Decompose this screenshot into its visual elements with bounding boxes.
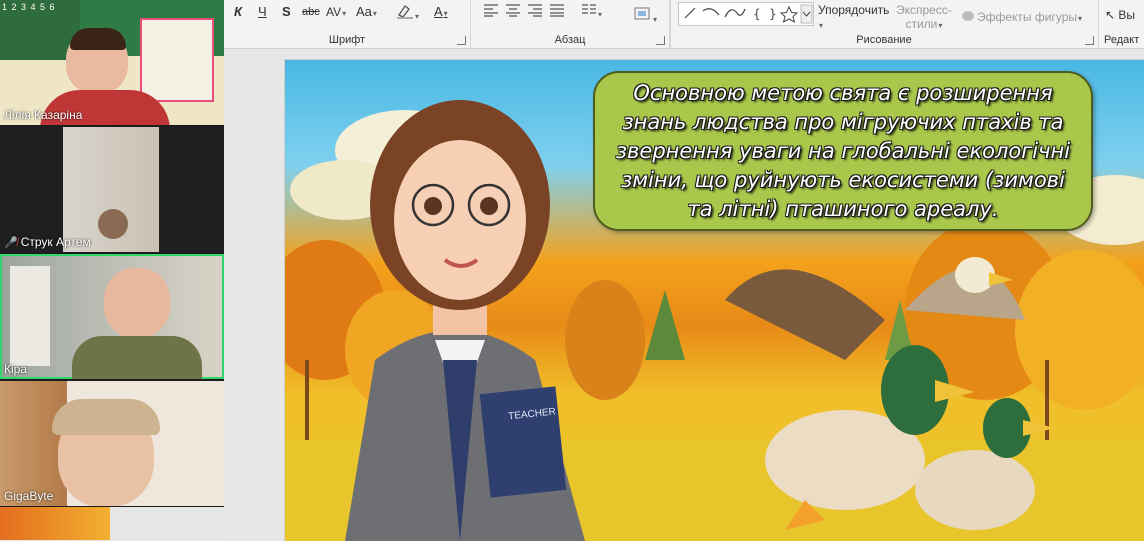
shape-effects-label: Эффекты фигуры (977, 10, 1078, 24)
align-center-button[interactable] (505, 3, 521, 21)
drawing-dialog-launcher[interactable] (1085, 36, 1094, 45)
participant-tile-3[interactable]: Кіра (0, 254, 224, 379)
highlight-color-button[interactable]: ▾ (396, 3, 419, 21)
participant-name-row: 🎤̸ Струк Артем (4, 235, 91, 249)
quick-styles-button[interactable]: Экспресс-стили▾ (896, 3, 952, 31)
shape-effects-icon (962, 11, 974, 21)
participant-tile-2[interactable]: 🎤̸ Струк Артем (0, 127, 224, 252)
cursor-icon: ↖ (1105, 8, 1116, 22)
select-button[interactable]: ↖ Вы (1105, 6, 1135, 24)
font-group-label: Шрифт (328, 34, 366, 46)
participant-name: Струк Артем (20, 235, 91, 249)
arrange-label: Упорядочить (818, 3, 890, 17)
justify-icon (550, 4, 564, 17)
paragraph-dialog-launcher[interactable] (656, 36, 665, 45)
columns-button[interactable]: ▾ (581, 3, 602, 21)
callout-text[interactable]: Основною метою свята є розширення знань … (609, 79, 1077, 224)
select-label: Вы (1118, 8, 1136, 22)
participant-tile-4[interactable]: GigaByte (0, 381, 224, 506)
wall-poster (140, 18, 214, 102)
svg-text:}: } (769, 7, 777, 21)
drawing-group-label: Рисование (856, 34, 912, 46)
wall-digits: 1 2 3 4 5 6 (2, 2, 56, 12)
room-door (10, 266, 50, 366)
participant-name: GigaByte (4, 489, 54, 503)
strikethrough-button[interactable]: abc (302, 3, 320, 21)
participant-tile-1[interactable]: 1 2 3 4 5 6 Лілія Казаріна (0, 0, 224, 125)
convert-smartart-button[interactable]: ▾ (634, 6, 657, 24)
muted-mic-icon: 🎤̸ (4, 237, 18, 249)
shapes-gallery-icons: { } (684, 4, 813, 24)
slide-thumbnail-partial[interactable] (0, 507, 110, 540)
participant-name: Лілія Казаріна (4, 108, 83, 122)
align-center-icon (506, 4, 520, 17)
quick-styles-label-2: стили (905, 17, 938, 31)
quick-styles-label-1: Экспресс- (896, 3, 952, 17)
italic-button[interactable]: К (234, 3, 242, 21)
underline-button[interactable]: Ч (258, 3, 267, 21)
smartart-icon (634, 7, 650, 20)
editing-group-label: Редакт (1104, 34, 1140, 46)
paragraph-group-label: Абзац (554, 34, 586, 46)
editing-group: ↖ Вы Редакт (1099, 0, 1144, 48)
participant-hair-1 (70, 28, 126, 50)
font-group: К Ч S abc AV▾ Aa▾ ▾ A▾ Шрифт (224, 0, 471, 48)
align-right-icon (528, 4, 542, 17)
participant-body-3 (72, 336, 202, 379)
char-spacing-button[interactable]: AV▾ (326, 3, 346, 21)
highlighter-icon (397, 5, 413, 19)
participant-hair-4 (52, 399, 160, 435)
svg-text:{: { (753, 7, 761, 21)
participant-person-3 (104, 268, 170, 338)
drawing-group: { } Упорядочить ▾ Экспресс-стили▾ Эффекты… (670, 0, 1099, 48)
align-right-button[interactable] (527, 3, 543, 21)
callout-textbox[interactable]: Основною метою свята є розширення знань … (593, 71, 1093, 231)
arrange-button[interactable]: Упорядочить ▾ (818, 3, 890, 30)
justify-button[interactable] (549, 3, 565, 21)
participant-video-panel: 1 2 3 4 5 6 Лілія Казаріна 🎤̸ Струк Артем… (0, 0, 224, 507)
columns-icon (582, 4, 596, 14)
shadow-button[interactable]: S (282, 3, 291, 21)
align-left-icon (484, 4, 498, 17)
font-dialog-launcher[interactable] (457, 36, 466, 45)
align-left-button[interactable] (483, 3, 499, 21)
font-color-button[interactable]: A▾ (434, 3, 448, 21)
shapes-gallery[interactable]: { } (678, 2, 814, 26)
change-case-button[interactable]: Aa▾ (356, 3, 377, 21)
participant-person-2 (98, 209, 128, 239)
shape-effects-button[interactable]: Эффекты фигуры▾ (962, 8, 1082, 26)
participant-name: Кіра (4, 362, 28, 376)
slide[interactable]: TEACHER Основною метою свята є розширенн… (284, 59, 1144, 541)
ribbon: К Ч S abc AV▾ Aa▾ ▾ A▾ Шрифт ▾ Абзац ▾ {… (224, 0, 1144, 49)
